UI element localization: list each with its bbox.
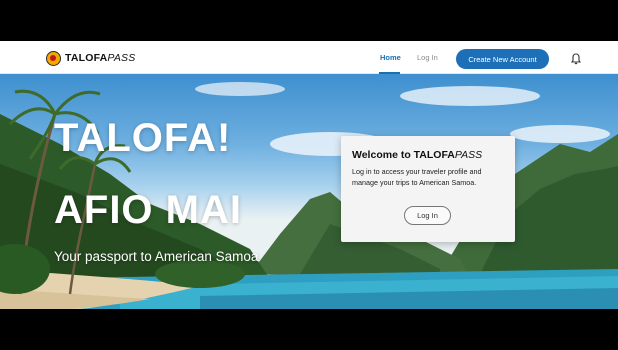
hero-title-line2: AFIO MAI [54, 188, 242, 232]
talofapass-seal-icon [46, 50, 61, 66]
create-account-button[interactable]: Create New Account [456, 49, 549, 69]
login-card-title-italic: PASS [454, 149, 483, 161]
hero-title-line1: TALOFA! [54, 116, 232, 160]
brand-name-bold: TALOFA [65, 52, 108, 64]
nav-login-link[interactable]: Log In [417, 53, 438, 62]
login-card-description: Log in to access your traveler profile a… [352, 167, 482, 187]
brand-name-italic: PASS [107, 52, 136, 64]
login-card-title: Welcome to TALOFAPASS [352, 149, 482, 161]
top-navbar: TALOFAPASS Home Log In Create New Accoun… [0, 41, 618, 74]
login-card: Welcome to TALOFAPASS Log in to access y… [341, 136, 515, 242]
hero-subtitle: Your passport to American Samoa [54, 249, 259, 264]
bell-icon[interactable] [570, 52, 582, 65]
brand-name: TALOFAPASS [65, 52, 135, 64]
nav-home-link[interactable]: Home [380, 53, 401, 62]
hero-banner: TALOFA! AFIO MAI Your passport to Americ… [0, 74, 618, 309]
login-card-title-bold: Welcome to TALOFA [352, 149, 455, 161]
brand-logo[interactable]: TALOFAPASS [46, 50, 135, 66]
app-frame: TALOFAPASS Home Log In Create New Accoun… [0, 41, 618, 309]
login-button[interactable]: Log In [404, 206, 451, 225]
